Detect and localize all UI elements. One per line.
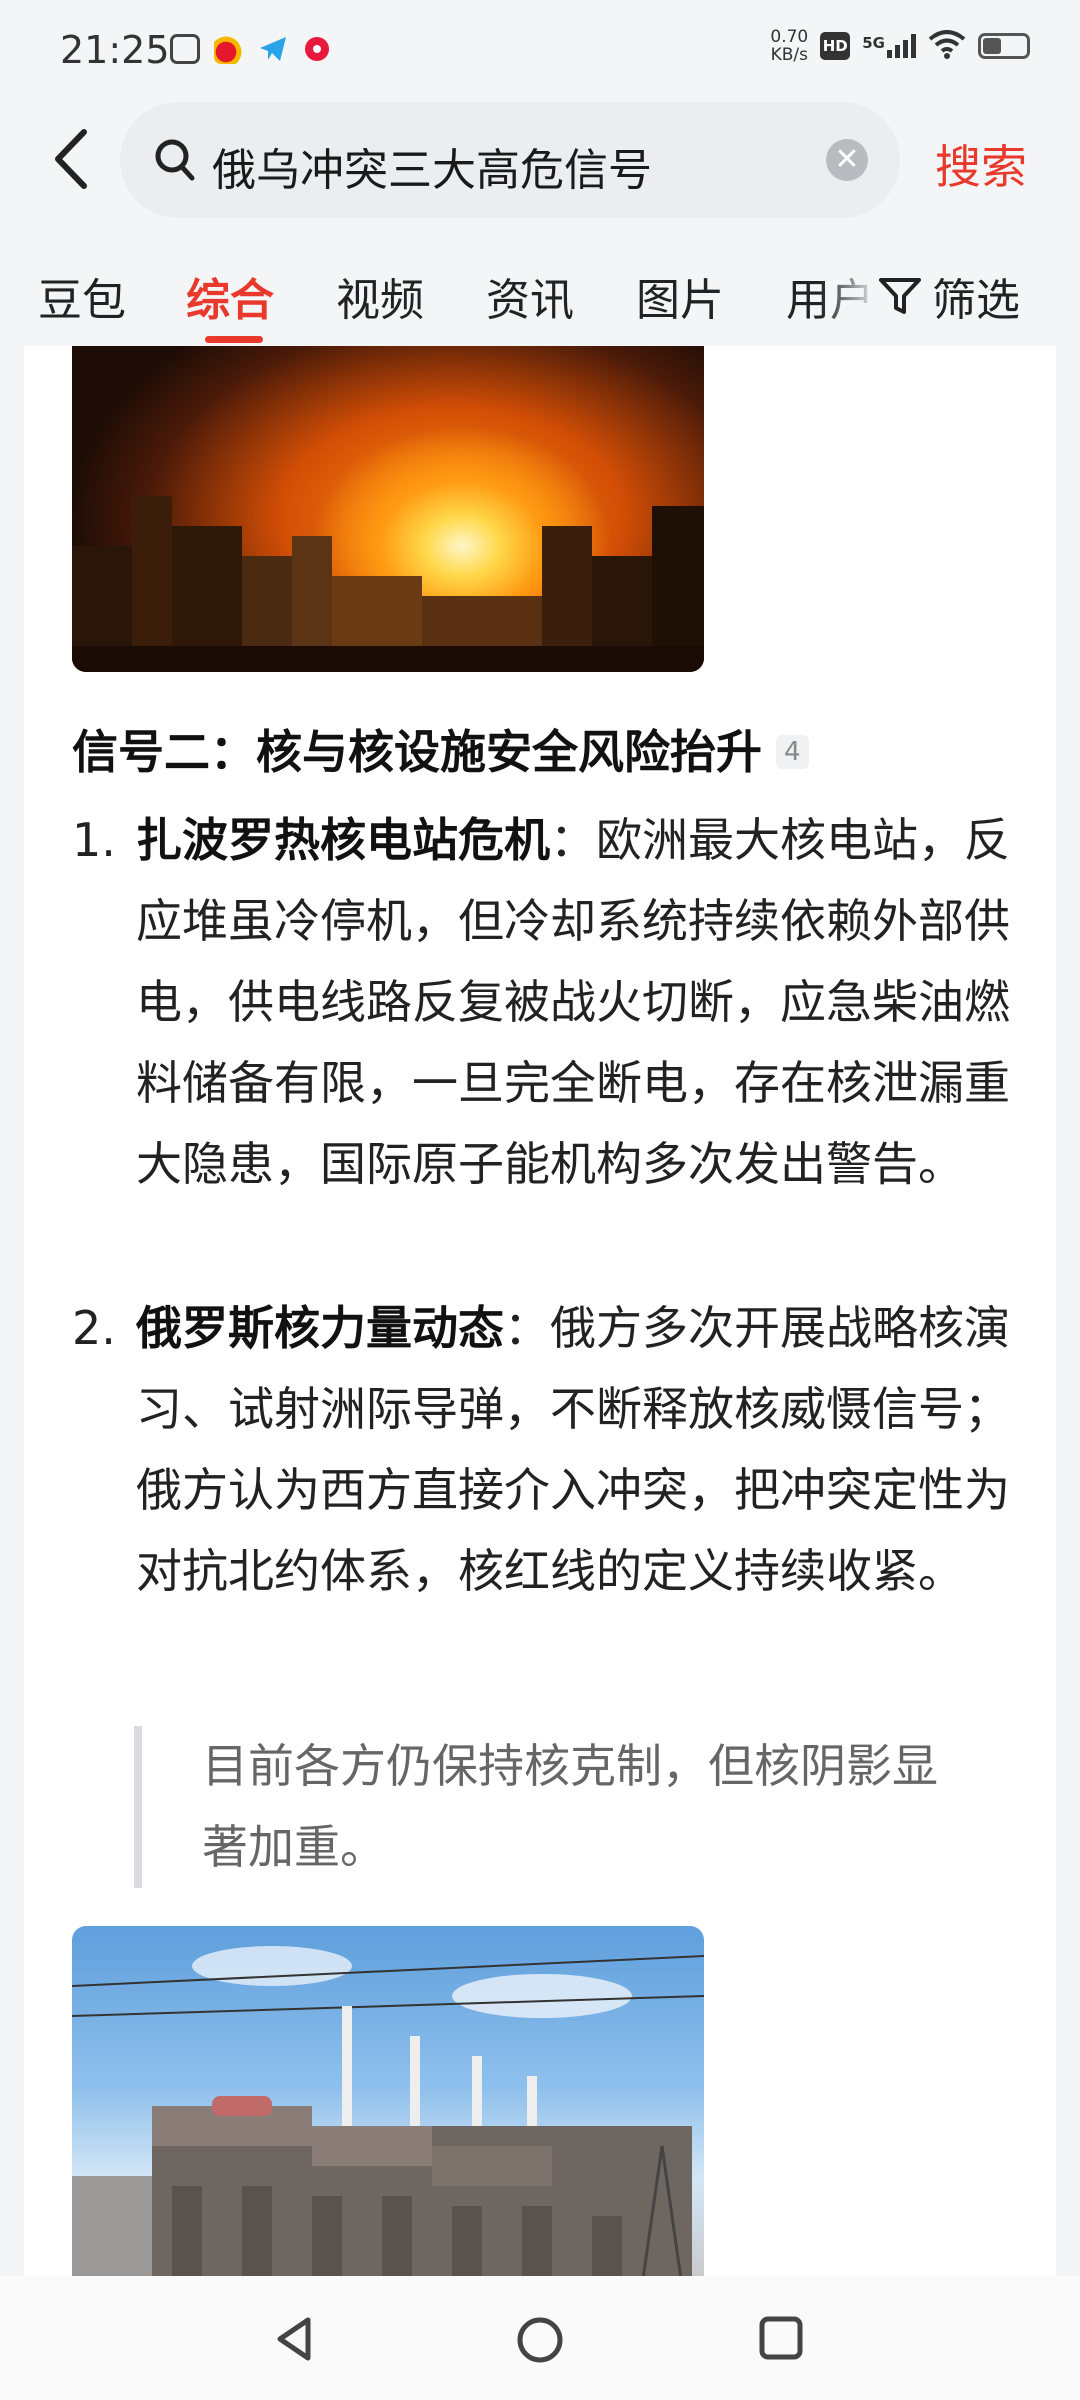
- system-nav-bar: [0, 2276, 1080, 2400]
- status-indicators: 0.70 KB/s HD 5G: [770, 28, 1030, 64]
- tab-images[interactable]: 图片: [636, 264, 724, 328]
- home-nav-icon[interactable]: [514, 2314, 566, 2366]
- close-icon: ✕: [834, 142, 860, 177]
- search-icon: [155, 139, 195, 181]
- section-title-text: 信号二：核与核设施安全风险抬升: [72, 725, 762, 779]
- network-speed-unit: KB/s: [770, 45, 809, 65]
- nuclear-plant-image[interactable]: [72, 1926, 704, 2276]
- status-bar: 21:25 0.70 KB/s HD 5G: [0, 0, 1080, 96]
- hd-badge: HD: [820, 32, 851, 60]
- tab-comprehensive[interactable]: 综合: [186, 264, 274, 328]
- power-plant-illustration: [72, 1946, 704, 2276]
- filter-icon: [879, 278, 921, 314]
- quote-block: 目前各方仍保持核克制，但核阴影显著加重。: [134, 1726, 954, 1888]
- network-type: 5G: [862, 34, 885, 52]
- app-icon-4: [302, 34, 332, 64]
- wifi-icon: [928, 29, 966, 63]
- list-item-text: ：欧洲最大核电站，反应堆虽冷停机，但冷却系统持续依赖外部供电，供电线路反复被战火…: [136, 813, 1010, 1191]
- list-number: 2.: [72, 1301, 116, 1355]
- filter-button[interactable]: 筛选: [870, 264, 1020, 328]
- list-item-heading: 扎波罗热核电站危机: [136, 813, 550, 867]
- search-header: 俄乌冲突三大高危信号 ✕ 搜索: [0, 96, 1080, 226]
- result-card: 信号二：核与核设施安全风险抬升 4 1. 扎波罗热核电站危机：欧洲最大核电站，反应…: [24, 346, 1056, 2276]
- tab-video[interactable]: 视频: [336, 264, 424, 328]
- app-icon-1: [170, 34, 200, 64]
- back-nav-icon[interactable]: [270, 2314, 320, 2364]
- search-button[interactable]: 搜索: [935, 131, 1027, 197]
- city-silhouette: [72, 496, 704, 672]
- list-item: 1. 扎波罗热核电站危机：欧洲最大核电站，反应堆虽冷停机，但冷却系统持续依赖外部…: [72, 800, 1032, 1205]
- clear-search-button[interactable]: ✕: [826, 139, 868, 181]
- tab-doubao[interactable]: 豆包: [38, 264, 126, 328]
- network-speed-value: 0.70: [770, 27, 809, 47]
- recents-nav-icon[interactable]: [757, 2314, 805, 2362]
- telegram-icon: [258, 34, 288, 64]
- signal-icon: 5G: [862, 34, 916, 58]
- list-item-heading: 俄罗斯核力量动态: [136, 1301, 504, 1355]
- tab-news[interactable]: 资讯: [486, 264, 574, 328]
- status-app-icons: [170, 34, 332, 64]
- battery-icon: [978, 33, 1030, 59]
- search-query[interactable]: 俄乌冲突三大高危信号: [212, 134, 652, 198]
- active-tab-indicator: [205, 336, 263, 343]
- back-arrow-icon: [55, 129, 87, 189]
- filter-label: 筛选: [932, 275, 1020, 326]
- search-tabs: 豆包 综合 视频 资讯 图片 用户 筛选: [0, 240, 1080, 346]
- status-time: 21:25: [60, 28, 170, 72]
- list-item: 2. 俄罗斯核力量动态：俄方多次开展战略核演习、试射洲际导弹，不断释放核威慑信号…: [72, 1288, 1032, 1612]
- back-button[interactable]: [44, 124, 104, 194]
- search-input[interactable]: 俄乌冲突三大高危信号 ✕: [120, 102, 900, 218]
- explosion-image[interactable]: [72, 346, 704, 672]
- list-number: 1.: [72, 813, 116, 867]
- citation-badge[interactable]: 4: [776, 734, 809, 769]
- network-speed: 0.70 KB/s: [770, 28, 808, 64]
- weibo-icon: [214, 34, 244, 64]
- section-title: 信号二：核与核设施安全风险抬升 4: [72, 716, 809, 782]
